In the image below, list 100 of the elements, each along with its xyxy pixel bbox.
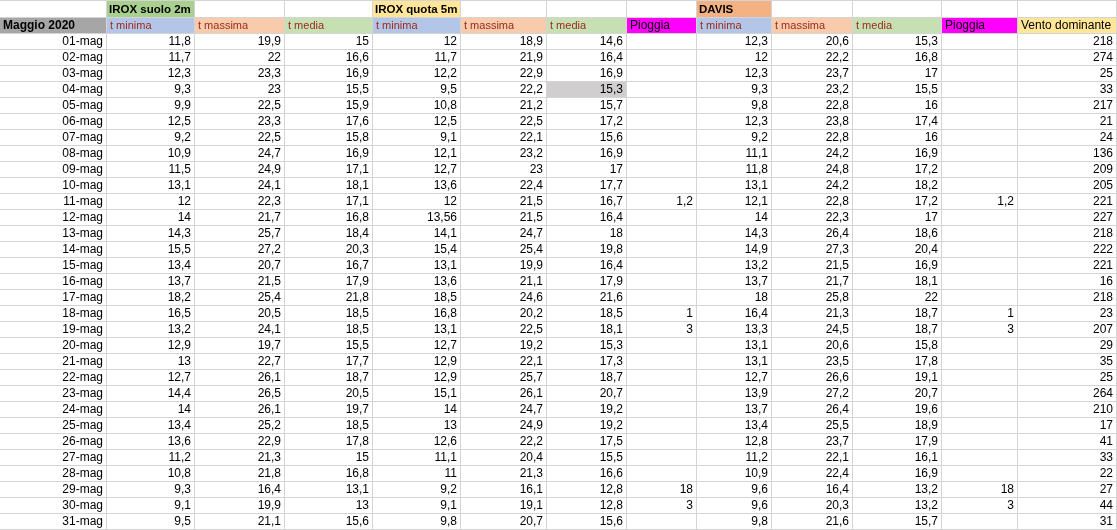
table-cell: 18,1 bbox=[285, 178, 373, 194]
table-cell: 15,8 bbox=[285, 130, 373, 146]
table-cell: 17-mag bbox=[0, 290, 107, 306]
group-header: IROX quota 5m bbox=[373, 1, 461, 18]
table-cell: 12,1 bbox=[373, 146, 461, 162]
table-cell: 1,2 bbox=[627, 194, 697, 210]
table-cell: 15 bbox=[285, 450, 373, 466]
table-cell: 22,2 bbox=[772, 50, 853, 66]
table-cell: 14,1 bbox=[373, 226, 461, 242]
table-cell: 16,6 bbox=[285, 50, 373, 66]
table-cell: 25,2 bbox=[195, 418, 285, 434]
table-cell: 16 bbox=[853, 98, 942, 114]
column-header: t massima bbox=[195, 18, 285, 34]
table-cell: 18,7 bbox=[853, 322, 942, 338]
table-cell: 21,7 bbox=[195, 210, 285, 226]
table-cell: 14,9 bbox=[697, 242, 772, 258]
table-cell: 41 bbox=[1018, 434, 1117, 450]
table-cell: 15,6 bbox=[547, 130, 627, 146]
table-cell: 24 bbox=[1018, 130, 1117, 146]
table-cell: 15,8 bbox=[853, 338, 942, 354]
table-cell: 9,6 bbox=[697, 498, 772, 514]
table-cell: 12,3 bbox=[697, 114, 772, 130]
table-cell: 22,4 bbox=[461, 178, 547, 194]
table-cell: 9,2 bbox=[107, 130, 195, 146]
table-cell: 20,4 bbox=[461, 450, 547, 466]
table-cell: 11,8 bbox=[107, 34, 195, 50]
table-cell: 13-mag bbox=[0, 226, 107, 242]
table-cell: 20,3 bbox=[285, 242, 373, 258]
table-cell: 16,4 bbox=[772, 482, 853, 498]
table-cell: 21,9 bbox=[461, 50, 547, 66]
table-cell: 21-mag bbox=[0, 354, 107, 370]
table-cell: 13,7 bbox=[697, 274, 772, 290]
table-cell: 22,8 bbox=[772, 130, 853, 146]
table-cell: 21,5 bbox=[772, 258, 853, 274]
table-cell: 10-mag bbox=[0, 178, 107, 194]
table-cell: 14,4 bbox=[107, 386, 195, 402]
column-header: t media bbox=[853, 18, 942, 34]
table-cell: 12,7 bbox=[373, 338, 461, 354]
table-cell: 15,3 bbox=[853, 34, 942, 50]
table-cell: 217 bbox=[1018, 98, 1117, 114]
table-cell: 19,9 bbox=[195, 34, 285, 50]
table-cell: 13,1 bbox=[373, 322, 461, 338]
table-cell: 218 bbox=[1018, 34, 1117, 50]
table-cell: 12,8 bbox=[697, 434, 772, 450]
table-cell: 12,2 bbox=[373, 66, 461, 82]
table-cell: 23,7 bbox=[772, 434, 853, 450]
table-cell: 13,1 bbox=[107, 178, 195, 194]
table-cell: 09-mag bbox=[0, 162, 107, 178]
table-cell: 19,2 bbox=[461, 338, 547, 354]
table-cell: 31 bbox=[1018, 514, 1117, 530]
table-cell: 17,7 bbox=[285, 354, 373, 370]
table-cell: 27 bbox=[1018, 482, 1117, 498]
table-cell: 9,5 bbox=[107, 514, 195, 530]
table-cell: 22,9 bbox=[195, 434, 285, 450]
table-cell: 264 bbox=[1018, 386, 1117, 402]
table-cell: 19,1 bbox=[853, 370, 942, 386]
table-cell: 01-mag bbox=[0, 34, 107, 50]
table-cell: 9,8 bbox=[697, 98, 772, 114]
table-cell: 13,6 bbox=[107, 434, 195, 450]
table-cell: 274 bbox=[1018, 50, 1117, 66]
table-cell: 22,3 bbox=[195, 194, 285, 210]
table-cell: 13,6 bbox=[373, 274, 461, 290]
column-header: t minima bbox=[373, 18, 461, 34]
column-header: t minima bbox=[107, 18, 195, 34]
table-cell: 9,2 bbox=[373, 482, 461, 498]
table-cell: 16-mag bbox=[0, 274, 107, 290]
table-cell: 19,8 bbox=[547, 242, 627, 258]
table-cell: 9,6 bbox=[697, 482, 772, 498]
table-cell: 14,6 bbox=[547, 34, 627, 50]
table-cell: 22 bbox=[1018, 466, 1117, 482]
table-cell: 13,4 bbox=[107, 418, 195, 434]
table-cell: 13,2 bbox=[697, 258, 772, 274]
table-cell: 23,3 bbox=[195, 66, 285, 82]
table-cell: 227 bbox=[1018, 210, 1117, 226]
table-cell: 12,9 bbox=[373, 370, 461, 386]
table-cell: 13,6 bbox=[373, 178, 461, 194]
table-cell: 27,3 bbox=[772, 242, 853, 258]
table-cell: 23 bbox=[1018, 306, 1117, 322]
table-cell: 22,1 bbox=[461, 130, 547, 146]
table-cell: 16,8 bbox=[373, 306, 461, 322]
table-cell: 14 bbox=[373, 402, 461, 418]
table-cell: 02-mag bbox=[0, 50, 107, 66]
table-cell: 26,5 bbox=[195, 386, 285, 402]
table-cell: 17,6 bbox=[285, 114, 373, 130]
table-cell: 13,1 bbox=[697, 338, 772, 354]
table-cell: 24,1 bbox=[195, 322, 285, 338]
table-cell: 16,5 bbox=[107, 306, 195, 322]
table-cell: 11,7 bbox=[373, 50, 461, 66]
table-cell: 12 bbox=[697, 50, 772, 66]
group-header: IROX suolo 2m bbox=[107, 1, 195, 18]
column-header: t media bbox=[547, 18, 627, 34]
table-cell: 25,5 bbox=[772, 418, 853, 434]
table-cell: 222 bbox=[1018, 242, 1117, 258]
table-cell: 15,6 bbox=[547, 514, 627, 530]
table-cell: 23 bbox=[461, 162, 547, 178]
table-cell: 15,9 bbox=[285, 98, 373, 114]
table-cell: 26,4 bbox=[772, 226, 853, 242]
table-cell: 18,7 bbox=[853, 306, 942, 322]
table-cell: 19-mag bbox=[0, 322, 107, 338]
table-cell: 218 bbox=[1018, 290, 1117, 306]
